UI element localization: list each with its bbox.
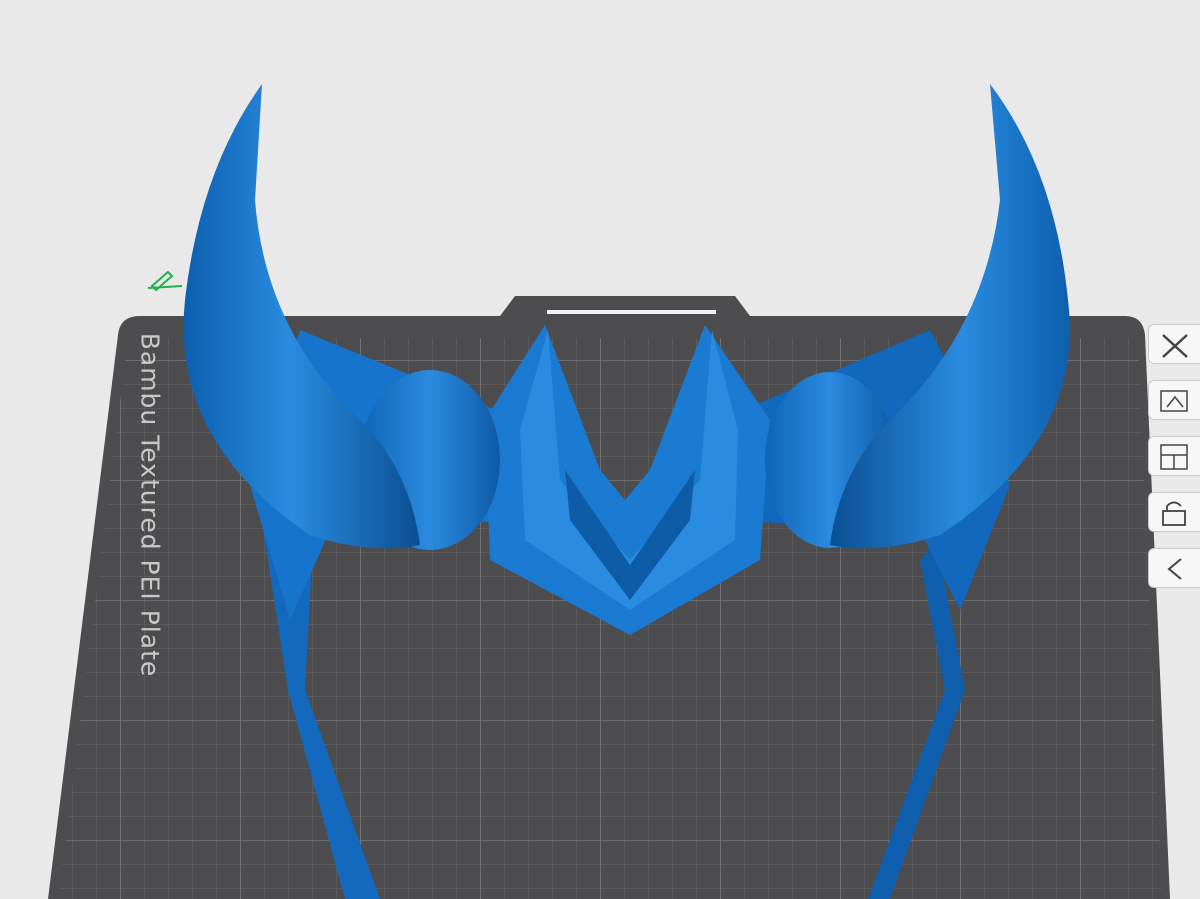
arrange-button[interactable]	[1148, 436, 1200, 476]
3d-viewport[interactable]: Bambu Textured PEI Plate	[0, 0, 1200, 899]
build-scene	[48, 84, 1170, 899]
lock-icon	[1162, 501, 1186, 526]
close-icon	[1162, 334, 1188, 358]
collapse-button[interactable]	[1148, 548, 1200, 588]
pencil-icon	[147, 270, 183, 292]
arrange-icon	[1160, 444, 1188, 470]
plate-name-label: Bambu Textured PEI Plate	[135, 332, 165, 678]
auto-orient-icon	[1160, 390, 1188, 412]
lock-button[interactable]	[1148, 492, 1200, 532]
close-button[interactable]	[1148, 324, 1200, 364]
auto-orient-button[interactable]	[1148, 380, 1200, 420]
collapse-icon	[1167, 558, 1182, 580]
